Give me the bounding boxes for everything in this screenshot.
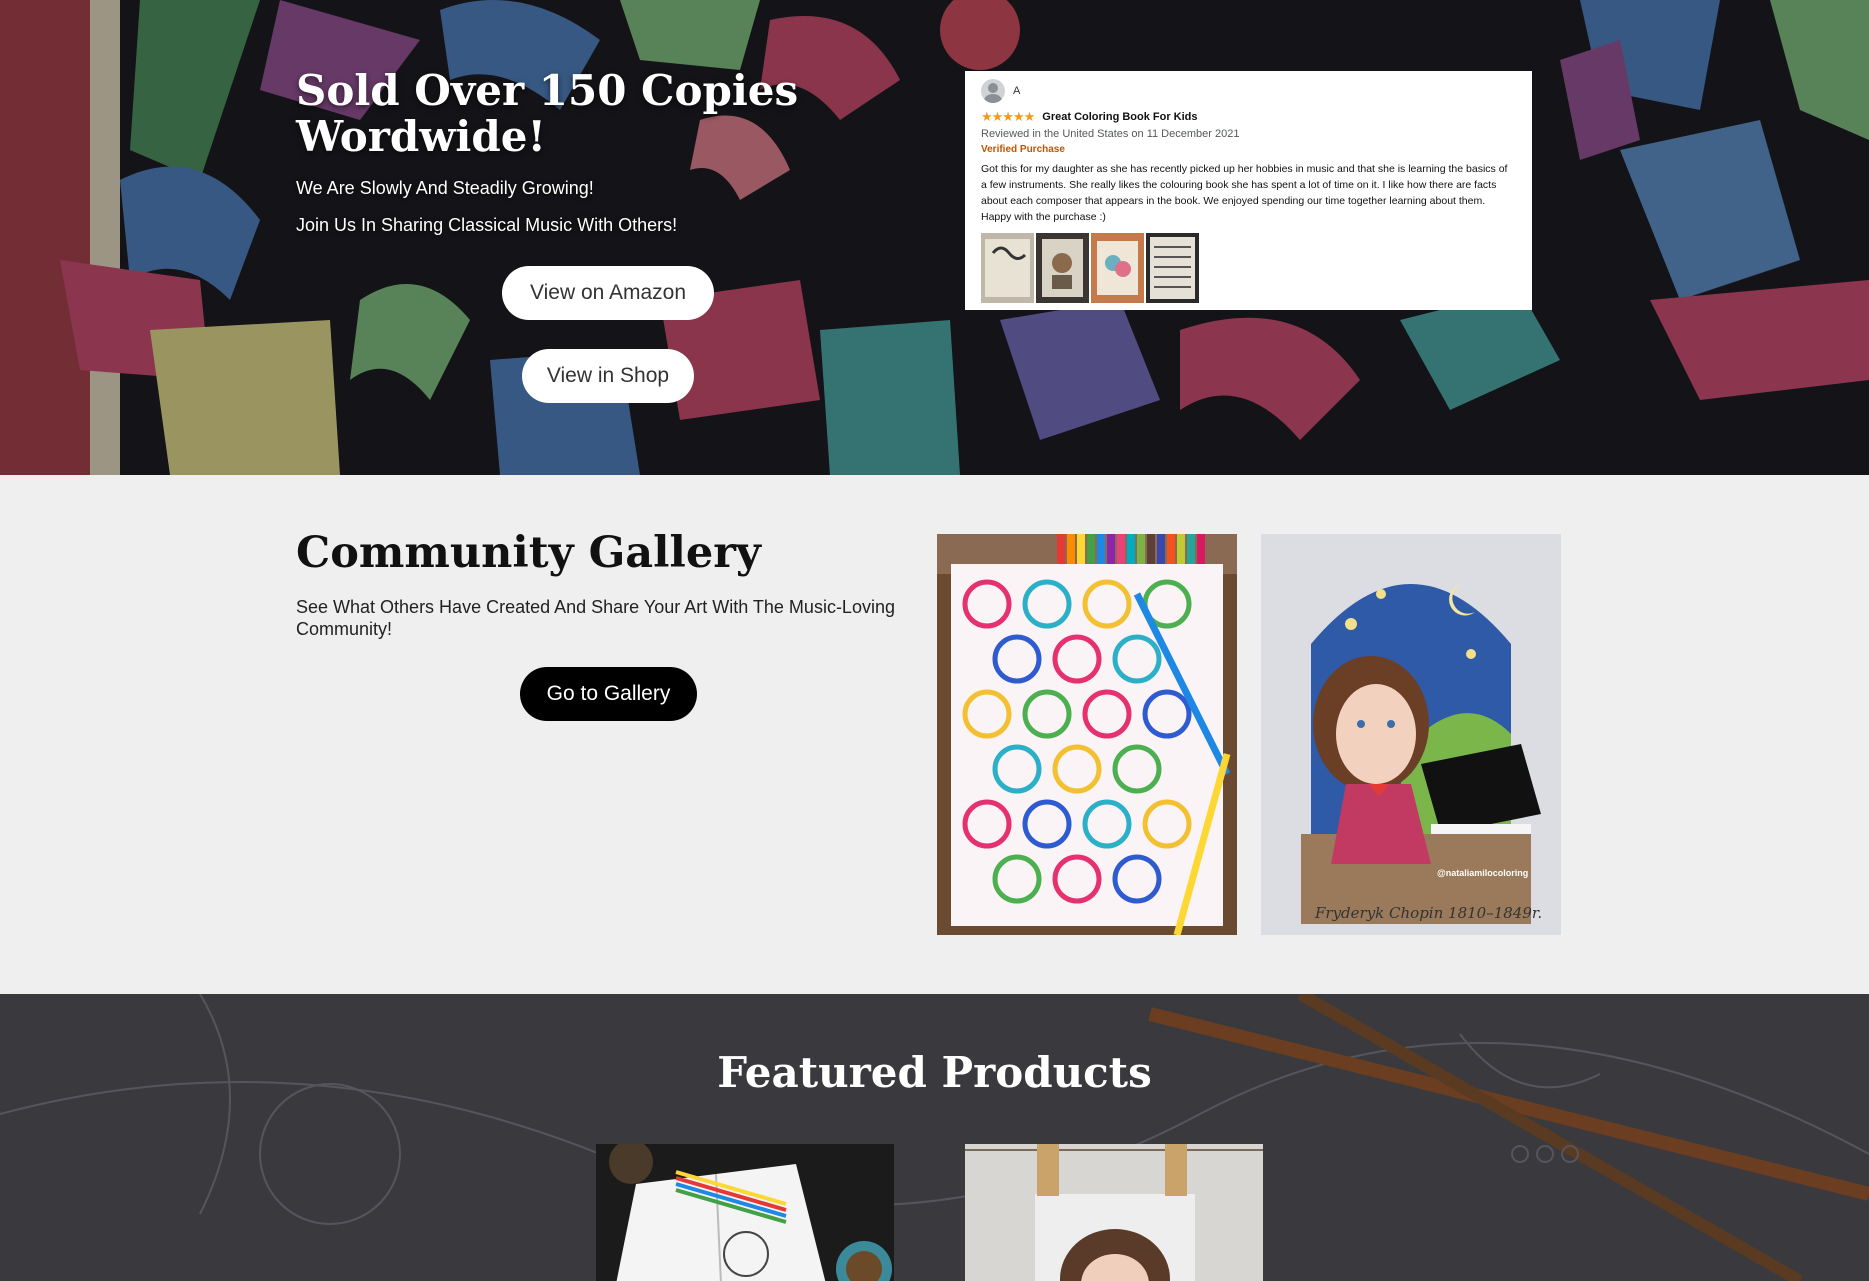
go-to-gallery-button[interactable]: Go to Gallery <box>520 667 697 721</box>
review-title: Great Coloring Book For Kids <box>1042 111 1198 123</box>
hero-overlay <box>0 0 1869 475</box>
review-photo-thumbnail[interactable] <box>981 233 1034 303</box>
artist-watermark: @nataliamilocoloring <box>1437 868 1529 878</box>
review-photo-thumbnail[interactable] <box>1091 233 1144 303</box>
gallery-image-chopin[interactable]: @nataliamilocoloring Fryderyk Chopin 181… <box>1261 534 1561 935</box>
review-header: A <box>981 79 1516 103</box>
hero-tagline: We Are Slowly And Steadily Growing! <box>296 178 594 198</box>
gallery-image-pattern[interactable] <box>937 534 1237 935</box>
hero-invite: Join Us In Sharing Classical Music With … <box>296 215 678 235</box>
featured-title: Featured Products <box>717 1048 1152 1097</box>
verified-purchase-badge: Verified Purchase <box>981 144 1065 155</box>
portrait-caption: Fryderyk Chopin 1810–1849r. <box>1315 904 1543 922</box>
gallery-subtitle: See What Others Have Created And Share Y… <box>296 597 895 639</box>
customer-review-card: A ★★★★★ Great Coloring Book For Kids Rev… <box>965 71 1532 310</box>
review-title-row: ★★★★★ Great Coloring Book For Kids <box>981 109 1516 125</box>
view-on-amazon-button[interactable]: View on Amazon <box>502 266 714 320</box>
featured-product-image-coloring-book[interactable] <box>596 1144 894 1281</box>
review-photo-thumbnail[interactable] <box>1146 233 1199 303</box>
featured-background-image <box>0 994 1869 1281</box>
reviewer-name: A <box>1013 85 1021 97</box>
gallery-title: Community Gallery <box>296 528 761 578</box>
featured-products-section: Featured Products <box>0 994 1869 1281</box>
review-photos <box>981 233 1516 303</box>
view-in-shop-button[interactable]: View in Shop <box>522 349 694 403</box>
featured-product-image-portrait-print[interactable] <box>965 1144 1263 1281</box>
avatar-icon <box>981 79 1005 103</box>
review-photo-thumbnail[interactable] <box>1036 233 1089 303</box>
hero-title: Sold Over 150 Copies Wordwide! <box>296 66 799 161</box>
hero-section: Sold Over 150 Copies Wordwide! We Are Sl… <box>0 0 1869 475</box>
star-rating-icon: ★★★★★ <box>981 109 1035 124</box>
review-date: Reviewed in the United States on 11 Dece… <box>981 128 1240 140</box>
review-body: Got this for my daughter as she has rece… <box>981 163 1508 223</box>
